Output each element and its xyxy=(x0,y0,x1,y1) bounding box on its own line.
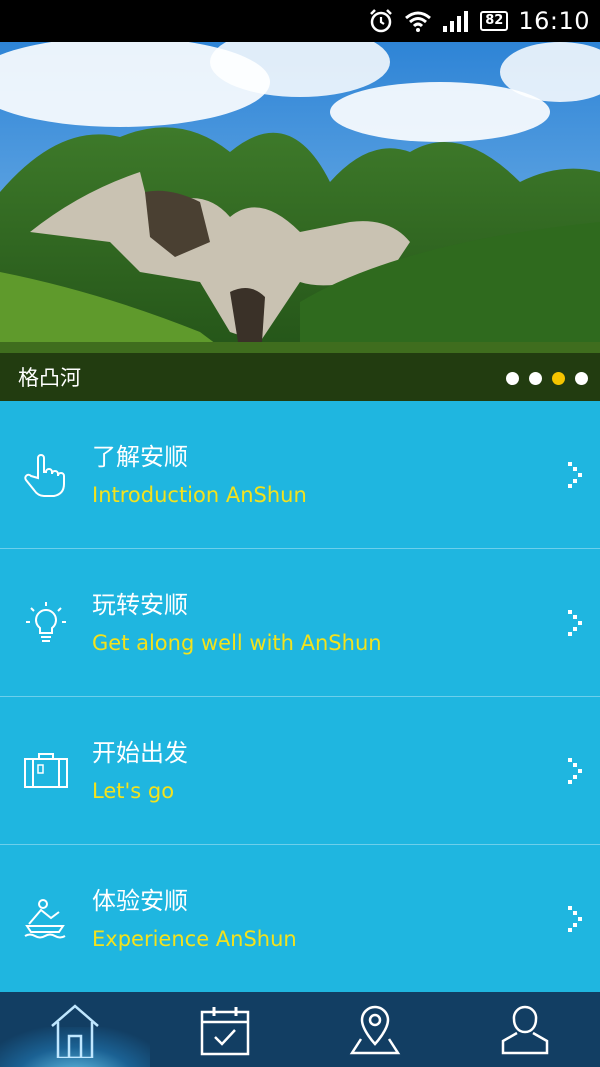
alarm-icon xyxy=(370,9,393,33)
menu-item-title: 开始出发 xyxy=(92,738,188,767)
rafting-icon xyxy=(24,899,66,939)
battery-icon: 82 xyxy=(480,11,509,31)
nav-home[interactable] xyxy=(0,992,150,1067)
menu-item-get-along[interactable]: 玩转安顺 Get along well with AnShun xyxy=(0,549,600,697)
menu-item-subtitle: Get along well with AnShun xyxy=(92,630,382,655)
carousel-indicator xyxy=(506,372,588,385)
location-pin-icon xyxy=(349,1005,401,1054)
menu-item-introduction[interactable]: 了解安顺 Introduction AnShun xyxy=(0,401,600,549)
menu-item-subtitle: Let's go xyxy=(92,778,175,803)
banner-carousel[interactable]: 格凸河 xyxy=(0,42,600,401)
carousel-dot[interactable] xyxy=(529,372,542,385)
menu-item-subtitle: Introduction AnShun xyxy=(92,482,307,507)
carousel-dot[interactable] xyxy=(506,372,519,385)
chevron-right-icon xyxy=(568,609,582,636)
banner-title: 格凸河 xyxy=(18,366,81,390)
nav-profile[interactable] xyxy=(450,992,600,1067)
user-icon xyxy=(501,1005,549,1054)
wifi-icon xyxy=(405,11,432,32)
suitcase-icon xyxy=(24,752,68,788)
menu-item-lets-go[interactable]: 开始出发 Let's go xyxy=(0,697,600,845)
signal-icon xyxy=(443,11,469,32)
menu-item-subtitle: Experience AnShun xyxy=(92,927,297,951)
carousel-dot-active[interactable] xyxy=(552,372,565,385)
status-bar: 82 16:10 xyxy=(0,0,600,42)
nav-calendar[interactable] xyxy=(150,992,300,1067)
home-icon xyxy=(51,1003,99,1058)
chevron-right-icon xyxy=(568,461,582,488)
carousel-dot[interactable] xyxy=(575,372,588,385)
menu-item-title: 玩转安顺 xyxy=(92,590,188,619)
main-menu: 了解安顺 Introduction AnShun 玩转安顺 Get along … xyxy=(0,401,600,993)
chevron-right-icon xyxy=(568,757,582,784)
menu-item-title: 体验安顺 xyxy=(92,887,188,915)
clock: 16:10 xyxy=(518,7,590,35)
bottom-navigation xyxy=(0,992,600,1067)
banner-image xyxy=(0,42,600,401)
hand-pointer-icon xyxy=(24,453,65,497)
nav-map[interactable] xyxy=(300,992,450,1067)
lightbulb-icon xyxy=(26,601,66,642)
chevron-right-icon xyxy=(568,906,582,932)
calendar-check-icon xyxy=(200,1006,250,1055)
menu-item-title: 了解安顺 xyxy=(92,442,188,471)
menu-item-experience[interactable]: 体验安顺 Experience AnShun xyxy=(0,845,600,993)
